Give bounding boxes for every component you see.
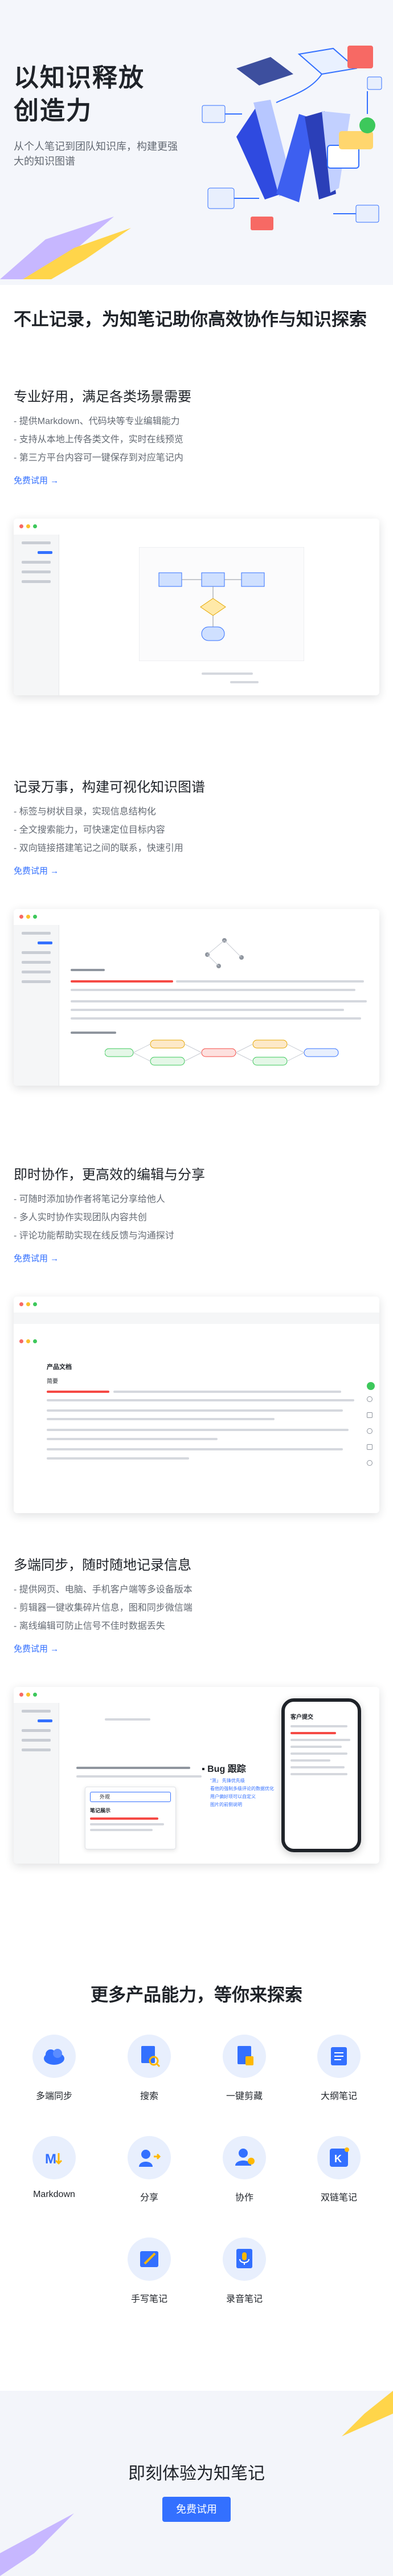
app-sidebar <box>14 1703 59 1864</box>
feature-bullet: - 提供Markdown、代码块等专业编辑能力 <box>14 417 180 426</box>
markdown-icon: M <box>32 2136 76 2179</box>
search-result-title[interactable]: 笔记展示 <box>90 1807 171 1814</box>
feature-sync: 多端同步，随时随地记录信息 - 提供网页、电脑、手机客户端等多设备版本 - 剪辑… <box>14 1556 384 1654</box>
microphone-icon <box>223 2237 266 2281</box>
window-controls <box>19 524 37 528</box>
handwriting-icon <box>128 2237 171 2281</box>
screenshot-multi-device: 外观 笔记展示 ▪ Bug 跟踪 “测」 先锋优先级 看他的强制多级评论的数据优… <box>14 1687 379 1864</box>
feature-outline-item[interactable]: 大纲笔记 <box>305 2035 373 2102</box>
backlink-icon: K <box>317 2136 361 2179</box>
hero-section: 以知识释放创造力 从个人笔记到团队知识库，构建更强大的知识图谱 <box>0 0 393 285</box>
svg-text:M: M <box>45 2151 56 2167</box>
bug-item[interactable]: “测」 先锋优先级 <box>210 1777 284 1785</box>
feature-bullet: - 多人实时协作实现团队内容共创 <box>14 1213 147 1222</box>
feature-bullet: - 双向链接搭建笔记之间的联系，快速引用 <box>14 843 183 853</box>
feature-knowledge-graph: 记录万事，构建可视化知识图谱 - 标签与树状目录，实现信息结构化 - 全文搜索能… <box>14 778 384 877</box>
app-sidebar <box>14 925 59 1086</box>
feature-title: 记录万事，构建可视化知识图谱 <box>14 780 205 795</box>
feature-backlink-item[interactable]: K 双链笔记 <box>305 2136 373 2203</box>
free-trial-link[interactable]: 免费试用 → <box>14 1642 59 1654</box>
screenshot-collaboration: 产品文档 简要 <box>14 1297 379 1513</box>
window-controls <box>19 915 37 919</box>
feature-voice-item[interactable]: 录音笔记 <box>210 2237 279 2305</box>
window-controls <box>19 1693 37 1697</box>
mobile-note-title: 客户提交 <box>290 1714 313 1721</box>
flowchart-diagram <box>139 547 304 661</box>
more-features-title: 更多产品能力，等你来探索 <box>91 1985 302 2005</box>
bug-item[interactable]: 看他的强制多级评论的数据优化 <box>210 1785 284 1793</box>
free-trial-link[interactable]: 免费试用 → <box>14 474 59 486</box>
feature-markdown-item[interactable]: M Markdown <box>20 2136 88 2200</box>
online-status-icon <box>367 1382 375 1390</box>
free-trial-link[interactable]: 免费试用 → <box>14 1252 59 1264</box>
hero-illustration <box>202 46 382 230</box>
hero-title: 以知识释放创造力 <box>14 64 145 125</box>
landing-page: 以知识释放创造力 从个人笔记到团队知识库，构建更强大的知识图谱 不止记录，为知笔… <box>0 0 393 2576</box>
free-trial-link[interactable]: 免费试用 → <box>14 865 59 877</box>
cta-title: 即刻体验为知笔记 <box>128 2464 265 2483</box>
mobile-phone-mockup: 客户提交 <box>281 1698 361 1852</box>
decorative-swoosh <box>0 2513 74 2576</box>
search-popup[interactable]: 外观 笔记展示 <box>85 1787 176 1849</box>
hero-subtitle: 从个人笔记到团队知识库，构建更强大的知识图谱 <box>14 141 178 167</box>
doc-title: 产品文档 <box>47 1364 72 1371</box>
screenshot-mindmap <box>14 909 379 1086</box>
feature-clip-item[interactable]: 一键剪藏 <box>210 2035 279 2102</box>
feature-bullet: - 剪辑器一键收集碎片信息，图和同步微信端 <box>14 1603 193 1613</box>
window-controls <box>19 1302 37 1306</box>
feature-collaborate-item[interactable]: 协作 <box>210 2136 279 2203</box>
feature-editing: 专业好用，满足各类场景需要 - 提供Markdown、代码块等专业编辑能力 - … <box>14 388 384 486</box>
feature-title: 即时协作，更高效的编辑与分享 <box>14 1167 205 1183</box>
right-toolbar[interactable] <box>367 1396 375 1499</box>
cloud-sync-icon <box>32 2035 76 2078</box>
search-icon <box>128 2035 171 2078</box>
feature-bullet: - 离线编辑可防止信号不佳时数据丢失 <box>14 1621 165 1631</box>
feature-bullet: - 提供网页、电脑、手机客户端等多设备版本 <box>14 1585 193 1595</box>
search-input[interactable]: 外观 <box>90 1792 171 1802</box>
share-icon <box>128 2136 171 2179</box>
feature-bullet: - 支持从本地上传各类文件，实时在线预览 <box>14 435 183 445</box>
feature-bullet: - 可随时添加协作者将笔记分享给他人 <box>14 1195 165 1204</box>
feature-bullet: - 第三方平台内容可一键保存到对应笔记内 <box>14 453 183 463</box>
feature-search-item[interactable]: 搜索 <box>115 2035 183 2102</box>
feature-share-item[interactable]: 分享 <box>115 2136 183 2203</box>
feature-bullet: - 全文搜索能力，可快速定位目标内容 <box>14 825 165 835</box>
svg-text:K: K <box>334 2153 342 2165</box>
free-trial-button[interactable]: 免费试用 <box>162 2497 231 2522</box>
cta-footer: 即刻体验为知笔记 免费试用 <box>0 2391 393 2576</box>
feature-title: 多端同步，随时随地记录信息 <box>14 1558 191 1573</box>
bug-item[interactable]: 用户偏好项可以自定义 <box>210 1793 284 1801</box>
mindmap-nodes <box>105 1040 339 1066</box>
app-sidebar <box>14 535 59 695</box>
section-title: 不止记录，为知笔记助你高效协作与知识探索 <box>14 309 367 329</box>
feature-handwriting-item[interactable]: 手写笔记 <box>115 2237 183 2305</box>
bug-item[interactable]: 图片的前侧说明 <box>210 1801 284 1809</box>
mindmap-graph <box>205 938 244 968</box>
screenshot-editor <box>14 519 379 695</box>
feature-bullet: - 标签与树状目录，实现信息结构化 <box>14 807 156 817</box>
bug-tracker-title: ▪ Bug 跟踪 <box>202 1764 246 1774</box>
decorative-swoosh <box>0 217 131 279</box>
decorative-swoosh <box>342 2391 393 2436</box>
doc-heading: 简要 <box>47 1379 58 1385</box>
collaborate-icon <box>223 2136 266 2179</box>
feature-bullet: - 评论功能帮助实现在线反馈与沟通探讨 <box>14 1231 174 1241</box>
outline-icon <box>317 2035 361 2078</box>
clip-icon <box>223 2035 266 2078</box>
feature-title: 专业好用，满足各类场景需要 <box>14 389 191 405</box>
bug-list: “测」 先锋优先级 看他的强制多级评论的数据优化 用户偏好项可以自定义 图片的前… <box>210 1777 284 1809</box>
feature-sync-item[interactable]: 多端同步 <box>20 2035 88 2102</box>
feature-collaboration: 即时协作，更高效的编辑与分享 - 可随时添加协作者将笔记分享给他人 - 多人实时… <box>14 1165 384 1264</box>
